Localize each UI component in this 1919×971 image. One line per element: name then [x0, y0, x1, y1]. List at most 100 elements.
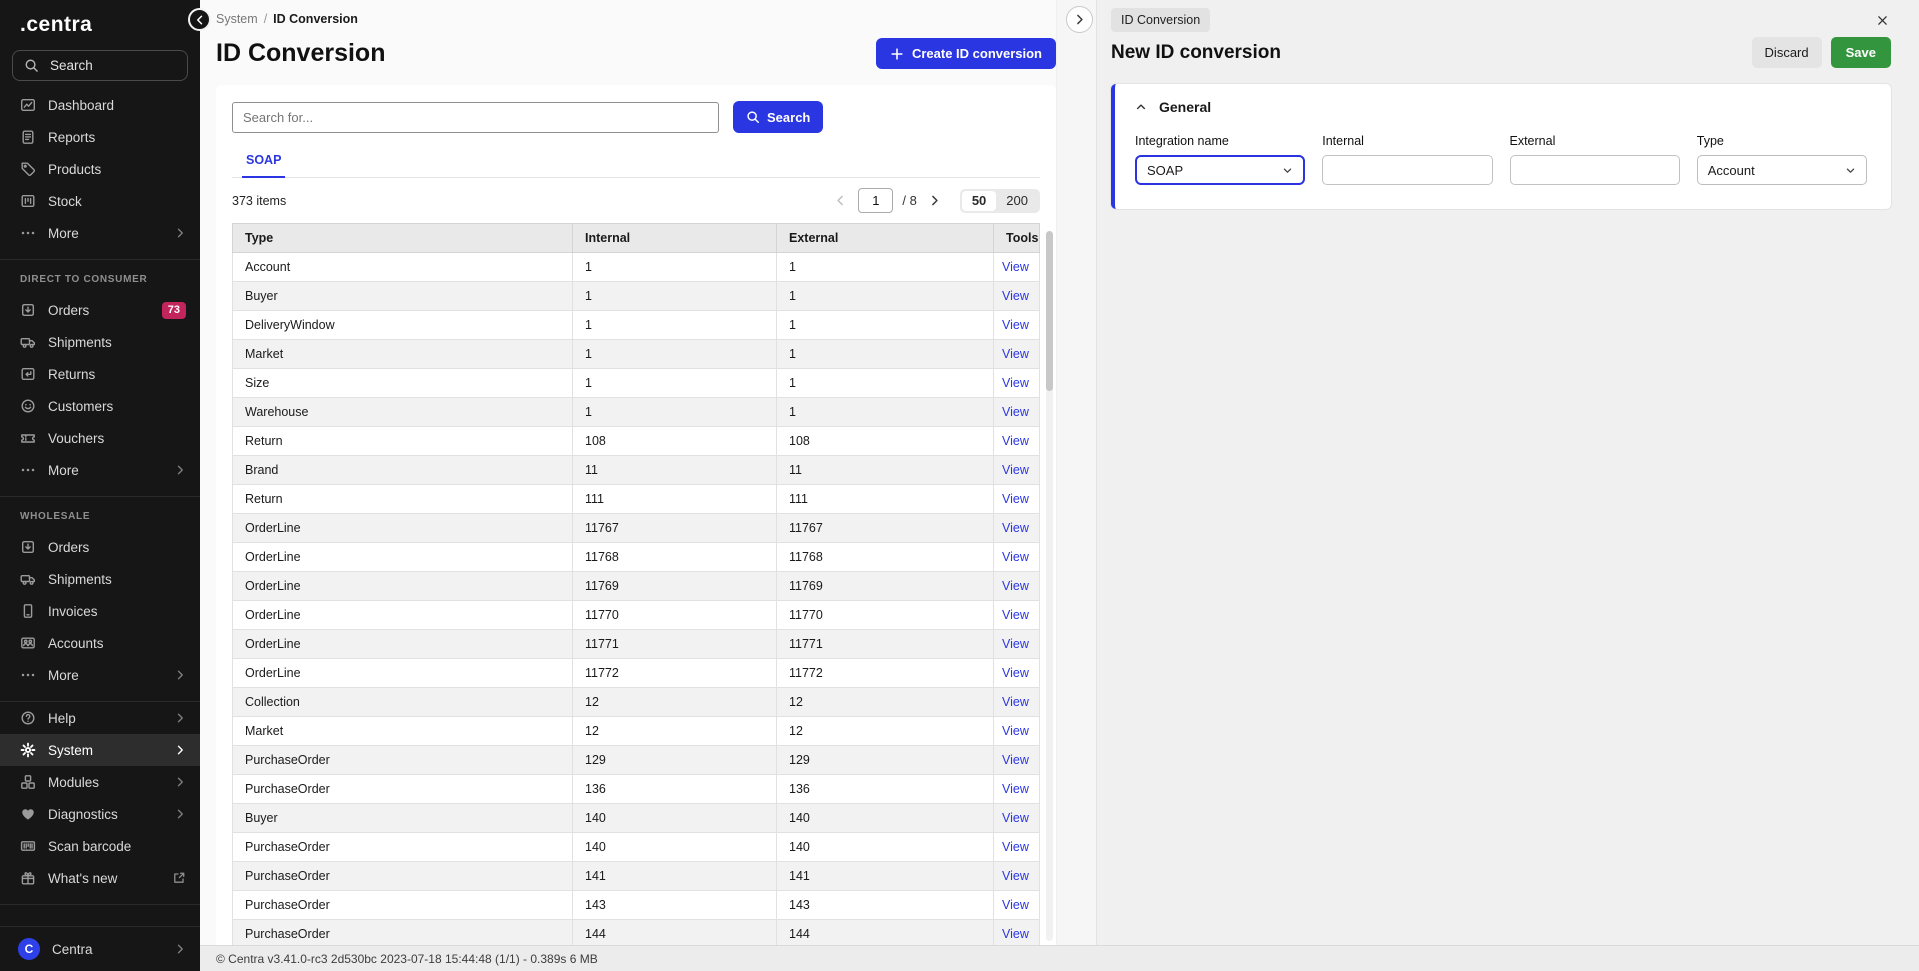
- products-icon: [20, 161, 36, 177]
- table-row: Market1212View: [233, 717, 1040, 746]
- view-link[interactable]: View: [1002, 434, 1029, 448]
- sidebar-item-diagnostics[interactable]: Diagnostics: [0, 798, 200, 830]
- sidebar-item-what-s-new[interactable]: What's new: [0, 862, 200, 894]
- tools-cell: View: [994, 862, 1040, 891]
- table-cell: 11772: [573, 659, 777, 688]
- table-cell: 141: [573, 862, 777, 891]
- sidebar-item-more[interactable]: More: [0, 217, 200, 249]
- sidebar-item-more[interactable]: More: [0, 454, 200, 486]
- table-row: OrderLine1176811768View: [233, 543, 1040, 572]
- view-link[interactable]: View: [1002, 695, 1029, 709]
- view-link[interactable]: View: [1002, 521, 1029, 535]
- search-button[interactable]: Search: [733, 101, 823, 133]
- sidebar-search[interactable]: Search: [12, 50, 188, 81]
- sidebar-item-reports[interactable]: Reports: [0, 121, 200, 153]
- table-row: Size11View: [233, 369, 1040, 398]
- help-icon: [20, 710, 36, 726]
- view-link[interactable]: View: [1002, 637, 1029, 651]
- view-link[interactable]: View: [1002, 463, 1029, 477]
- view-link[interactable]: View: [1002, 927, 1029, 941]
- sidebar-item-scan-barcode[interactable]: Scan barcode: [0, 830, 200, 862]
- view-link[interactable]: View: [1002, 405, 1029, 419]
- sidebar-collapse-button[interactable]: [188, 8, 211, 31]
- chevron-right-icon: [174, 227, 186, 239]
- table-cell: 11768: [573, 543, 777, 572]
- discard-button[interactable]: Discard: [1752, 37, 1822, 68]
- view-link[interactable]: View: [1002, 347, 1029, 361]
- view-link[interactable]: View: [1002, 724, 1029, 738]
- table-cell: 129: [777, 746, 994, 775]
- sidebar-item-shipments[interactable]: Shipments: [0, 326, 200, 358]
- view-link[interactable]: View: [1002, 869, 1029, 883]
- view-link[interactable]: View: [1002, 318, 1029, 332]
- external-link-icon: [172, 871, 186, 885]
- view-link[interactable]: View: [1002, 811, 1029, 825]
- sidebar-item-orders[interactable]: Orders: [0, 531, 200, 563]
- integration-name-select[interactable]: SOAP: [1135, 155, 1305, 185]
- sidebar-item-label: Products: [48, 162, 186, 177]
- sidebar-item-products[interactable]: Products: [0, 153, 200, 185]
- close-panel-button[interactable]: [1874, 8, 1891, 33]
- sidebar-item-returns[interactable]: Returns: [0, 358, 200, 390]
- sidebar-item-more[interactable]: More: [0, 659, 200, 691]
- view-link[interactable]: View: [1002, 492, 1029, 506]
- sidebar-item-modules[interactable]: Modules: [0, 766, 200, 798]
- save-button[interactable]: Save: [1831, 37, 1891, 68]
- search-input[interactable]: [232, 102, 719, 133]
- view-link[interactable]: View: [1002, 608, 1029, 622]
- table-cell: Buyer: [233, 282, 573, 311]
- table-cell: PurchaseOrder: [233, 920, 573, 946]
- vouchers-icon: [20, 430, 36, 446]
- caret-down-icon: [1845, 165, 1856, 176]
- page-number-input[interactable]: [858, 188, 893, 213]
- sidebar-item-invoices[interactable]: Invoices: [0, 595, 200, 627]
- sidebar-item-dashboard[interactable]: Dashboard: [0, 89, 200, 121]
- table-row: Warehouse11View: [233, 398, 1040, 427]
- table-cell: 140: [777, 833, 994, 862]
- table-cell: Return: [233, 485, 573, 514]
- sidebar-item-orders[interactable]: Orders73: [0, 294, 200, 326]
- view-link[interactable]: View: [1002, 579, 1029, 593]
- sidebar-item-help[interactable]: Help: [0, 702, 200, 734]
- page-size-switch: 50 200: [960, 189, 1040, 213]
- table-cell: 140: [573, 804, 777, 833]
- view-link[interactable]: View: [1002, 840, 1029, 854]
- type-select[interactable]: Account: [1697, 155, 1867, 185]
- tab-soap[interactable]: SOAP: [242, 153, 285, 178]
- next-page-button[interactable]: [926, 192, 943, 209]
- sidebar-item-shipments[interactable]: Shipments: [0, 563, 200, 595]
- sidebar-item-centra-account[interactable]: C Centra: [0, 927, 200, 971]
- view-link[interactable]: View: [1002, 376, 1029, 390]
- chevron-right-icon: [174, 808, 186, 820]
- internal-input[interactable]: [1322, 155, 1492, 185]
- sidebar-item-label: Scan barcode: [48, 839, 186, 854]
- page-size-50-button[interactable]: 50: [962, 191, 996, 211]
- view-link[interactable]: View: [1002, 898, 1029, 912]
- view-link[interactable]: View: [1002, 782, 1029, 796]
- view-link[interactable]: View: [1002, 289, 1029, 303]
- panel-expand-button[interactable]: [1066, 6, 1093, 33]
- view-link[interactable]: View: [1002, 666, 1029, 680]
- table-cell: 140: [573, 833, 777, 862]
- view-link[interactable]: View: [1002, 753, 1029, 767]
- chevron-right-icon: [174, 712, 186, 724]
- general-section-header[interactable]: General: [1135, 99, 1867, 115]
- view-link[interactable]: View: [1002, 550, 1029, 564]
- view-link[interactable]: View: [1002, 260, 1029, 274]
- create-id-conversion-button[interactable]: Create ID conversion: [876, 38, 1056, 69]
- sidebar-nav-sections: DIRECT TO CONSUMEROrders73ShipmentsRetur…: [0, 260, 200, 702]
- sidebar-item-customers[interactable]: Customers: [0, 390, 200, 422]
- sidebar-item-vouchers[interactable]: Vouchers: [0, 422, 200, 454]
- external-input[interactable]: [1510, 155, 1680, 185]
- prev-page-button[interactable]: [832, 192, 849, 209]
- breadcrumb-system[interactable]: System: [216, 12, 258, 26]
- table-row: OrderLine1177111771View: [233, 630, 1040, 659]
- sidebar-item-stock[interactable]: Stock: [0, 185, 200, 217]
- sidebar-item-system[interactable]: System: [0, 734, 200, 766]
- table-cell: 11768: [777, 543, 994, 572]
- tools-cell: View: [994, 311, 1040, 340]
- table-scrollbar[interactable]: [1046, 231, 1053, 941]
- table-row: PurchaseOrder140140View: [233, 833, 1040, 862]
- page-size-200-button[interactable]: 200: [996, 191, 1038, 211]
- sidebar-item-accounts[interactable]: Accounts: [0, 627, 200, 659]
